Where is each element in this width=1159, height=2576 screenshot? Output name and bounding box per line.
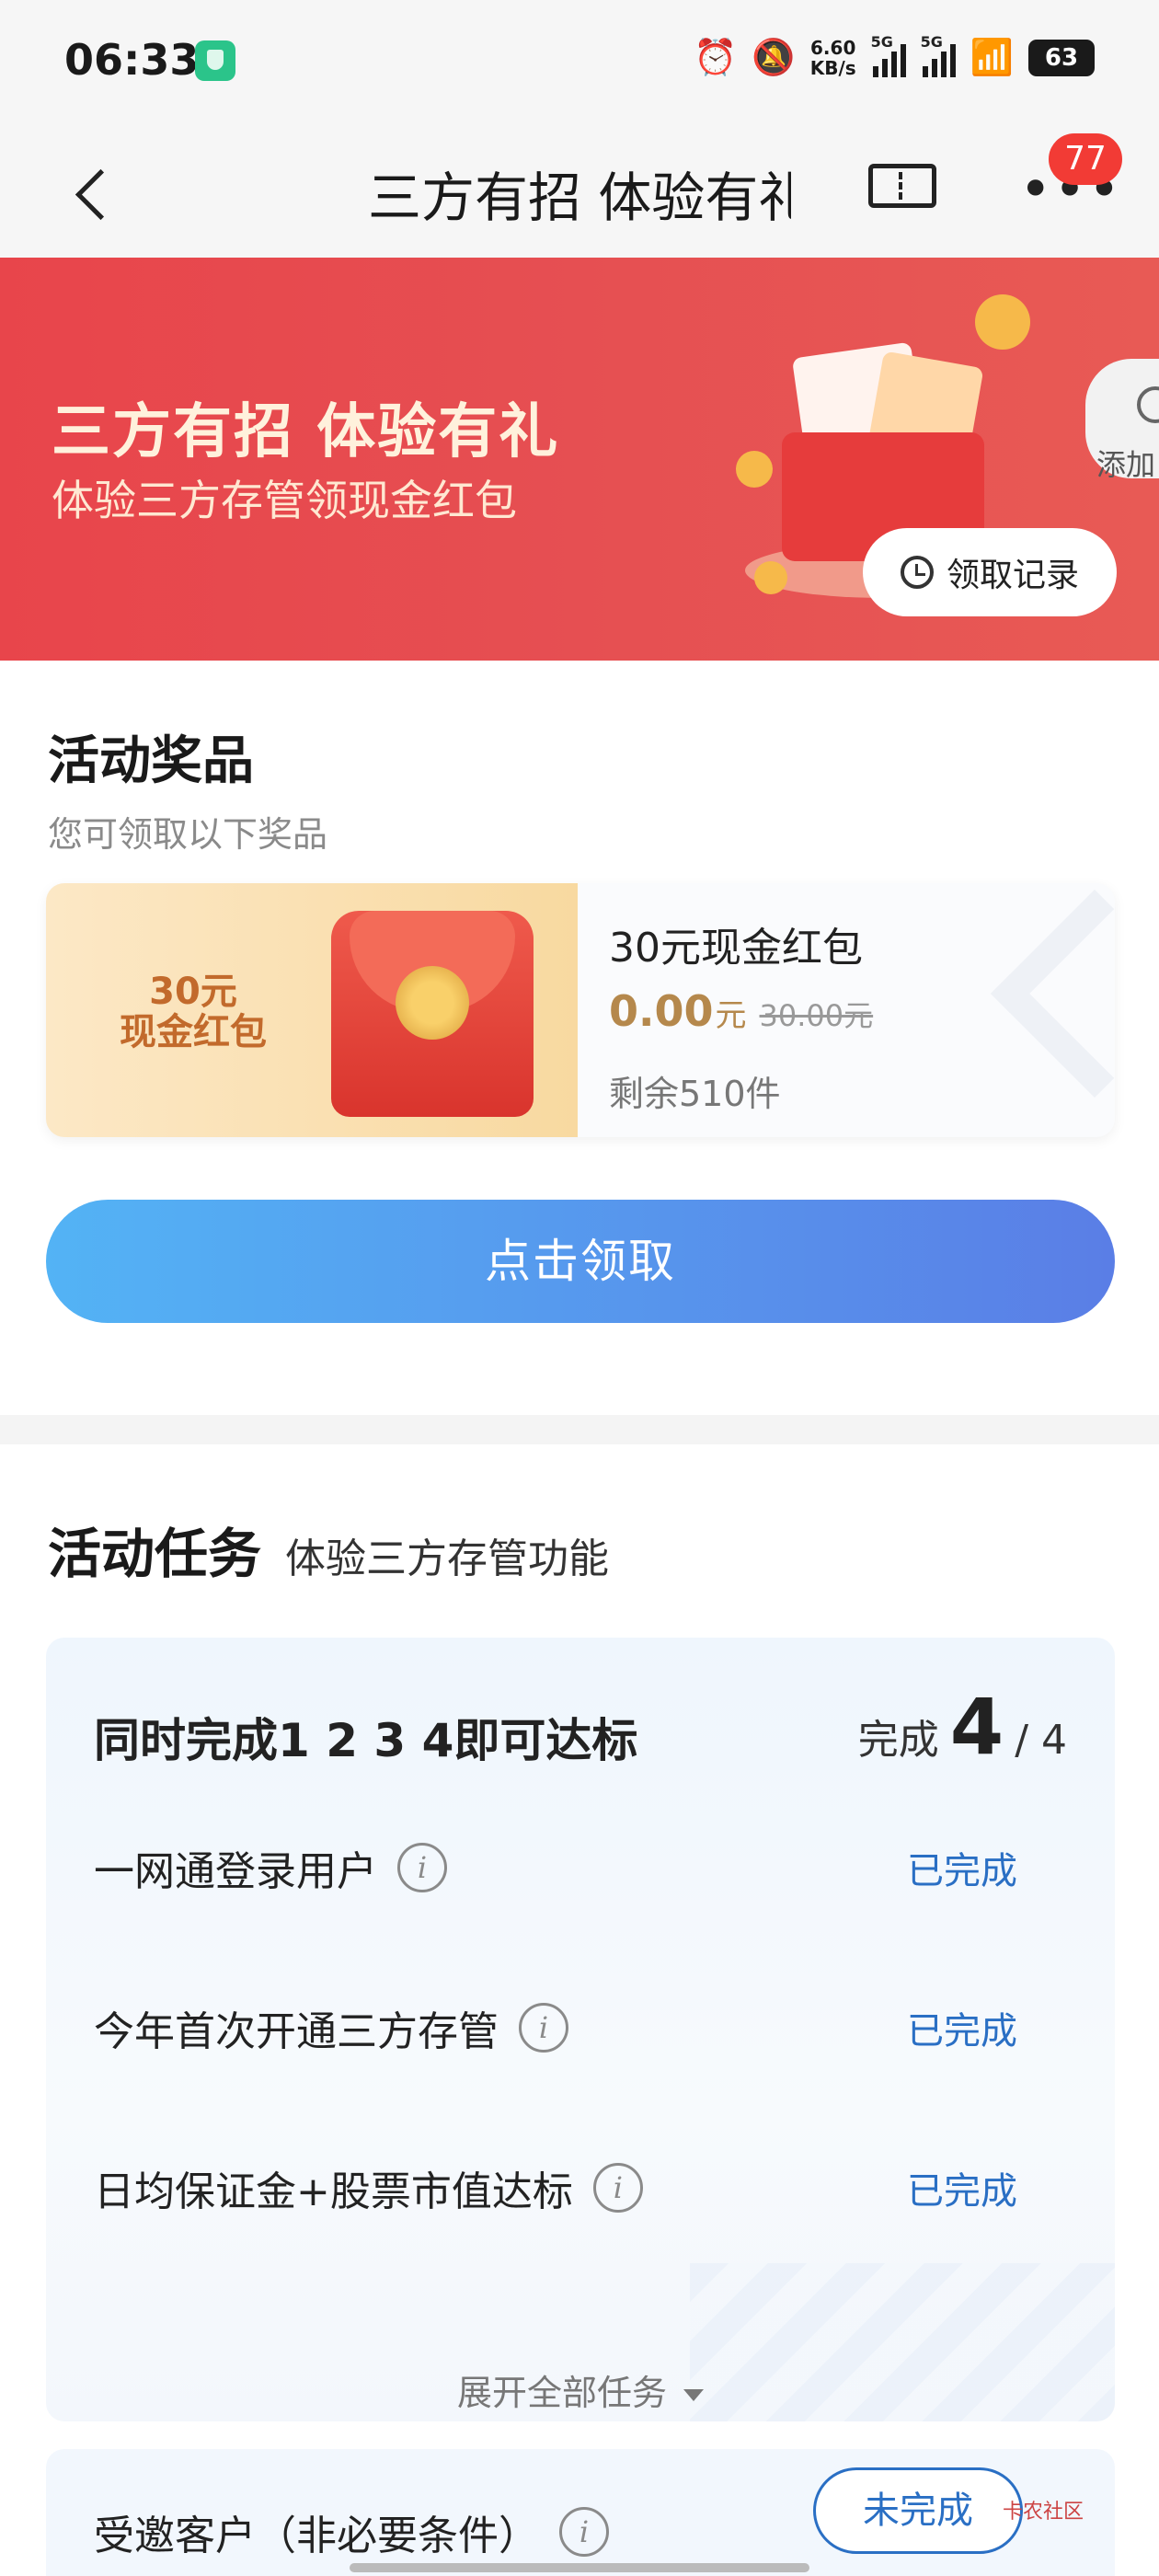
invite-label: 受邀客户（非必要条件） [94, 2513, 539, 2559]
prize-price: 0.00 元 30.00元 [609, 986, 873, 1036]
home-indicator[interactable] [350, 2563, 809, 2572]
original-price: 30.00元 [759, 998, 874, 1033]
banner-title: 三方有招 体验有礼 [52, 398, 560, 466]
invite-status-button[interactable]: 未完成 [813, 2467, 1023, 2554]
page-title: 三方有招 体验有礼 [368, 167, 791, 229]
current-price: 0.00 [609, 986, 714, 1036]
network-speed: 6.60 KB/s [809, 36, 856, 79]
ticket-icon[interactable] [868, 164, 936, 208]
status-icons: ⏰ 🔕 6.60 KB/s 5G 5G 📶 63 [694, 33, 1095, 79]
task-label: 今年首次开通三方存管 [94, 2008, 499, 2055]
claim-record-label: 领取记录 [946, 557, 1079, 594]
info-icon[interactable]: i [559, 2507, 609, 2557]
prizes-title: 活动奖品 [48, 731, 254, 791]
claim-button[interactable]: 点击领取 [46, 1200, 1115, 1323]
expand-all-tasks[interactable]: 展开全部任务 [46, 2364, 1115, 2415]
prize-thumbnail: 30元 现金红包 [46, 883, 578, 1137]
claim-record-button[interactable]: 领取记录 [863, 528, 1117, 616]
info-icon[interactable]: i [592, 2163, 643, 2213]
prize-thumb-text: 30元 现金红包 [120, 971, 267, 1053]
info-icon[interactable]: i [397, 1843, 447, 1892]
task-status: 已完成 [907, 1850, 1017, 1892]
progress-done-count: 4 [949, 1682, 1004, 1772]
tasks-title: 活动任务 [48, 1523, 262, 1585]
alarm-icon: ⏰ [694, 37, 738, 77]
history-icon [900, 556, 934, 589]
prize-card[interactable]: 30元 现金红包 30元现金红包 0.00 元 30.00元 剩余510件 [46, 883, 1115, 1137]
task-status: 已完成 [907, 2010, 1017, 2053]
task-row: 今年首次开通三方存管 i 已完成 [94, 1991, 1069, 2064]
task-label: 一网通登录用户 [94, 1848, 377, 1895]
battery-icon: 63 [1028, 39, 1095, 76]
prize-name: 30元现金红包 [609, 925, 863, 972]
task-row: 日均保证金+股票市值达标 i 已完成 [94, 2151, 1069, 2225]
notification-badge: 77 [1049, 133, 1122, 185]
signal-icon: 5G [921, 33, 956, 77]
caret-down-icon [683, 2389, 704, 2401]
task-row: 一网通登录用户 i 已完成 [94, 1831, 1069, 1904]
back-button[interactable] [64, 156, 138, 230]
mute-icon: 🔕 [752, 37, 796, 77]
status-bar: 06:33 ⏰ 🔕 6.60 KB/s 5G 5G 📶 63 [0, 0, 1159, 129]
watermark: 卡农社区 [1003, 2501, 1084, 2524]
task-status: 已完成 [907, 2170, 1017, 2213]
task-progress: 完成 4 / 4 [857, 1682, 1067, 1772]
chevron-decoration [990, 889, 1115, 1098]
banner-subtitle: 体验三方存管领现金红包 [52, 476, 517, 525]
task-label: 日均保证金+股票市值达标 [94, 2168, 573, 2215]
tasks-subtitle: 体验三方存管功能 [285, 1535, 609, 1582]
nav-header: 三方有招 体验有礼 [0, 129, 1159, 258]
add-label: 添加 [1096, 447, 1156, 482]
stock-remaining: 剩余510件 [609, 1074, 781, 1114]
wifi-icon: 📶 [970, 37, 1014, 77]
prizes-subtitle: 您可领取以下奖品 [48, 814, 328, 855]
status-time: 06:33 [64, 35, 200, 85]
task-card-title: 同时完成1 2 3 4即可达标 [94, 1714, 638, 1767]
invite-row: 受邀客户（非必要条件） i [94, 2502, 609, 2561]
prizes-section: 活动奖品 您可领取以下奖品 30元 现金红包 30元现金红包 0.00 元 30… [0, 661, 1159, 1415]
security-shield-icon [195, 40, 235, 81]
info-icon[interactable]: i [519, 2003, 568, 2053]
task-card: 同时完成1 2 3 4即可达标 完成 4 / 4 一网通登录用户 i 已完成 今… [46, 1638, 1115, 2421]
signal-icon: 5G [871, 33, 906, 77]
tasks-section: 活动任务 体验三方存管功能 同时完成1 2 3 4即可达标 完成 4 / 4 一… [0, 1444, 1159, 2576]
price-unit: 元 [715, 997, 747, 1034]
